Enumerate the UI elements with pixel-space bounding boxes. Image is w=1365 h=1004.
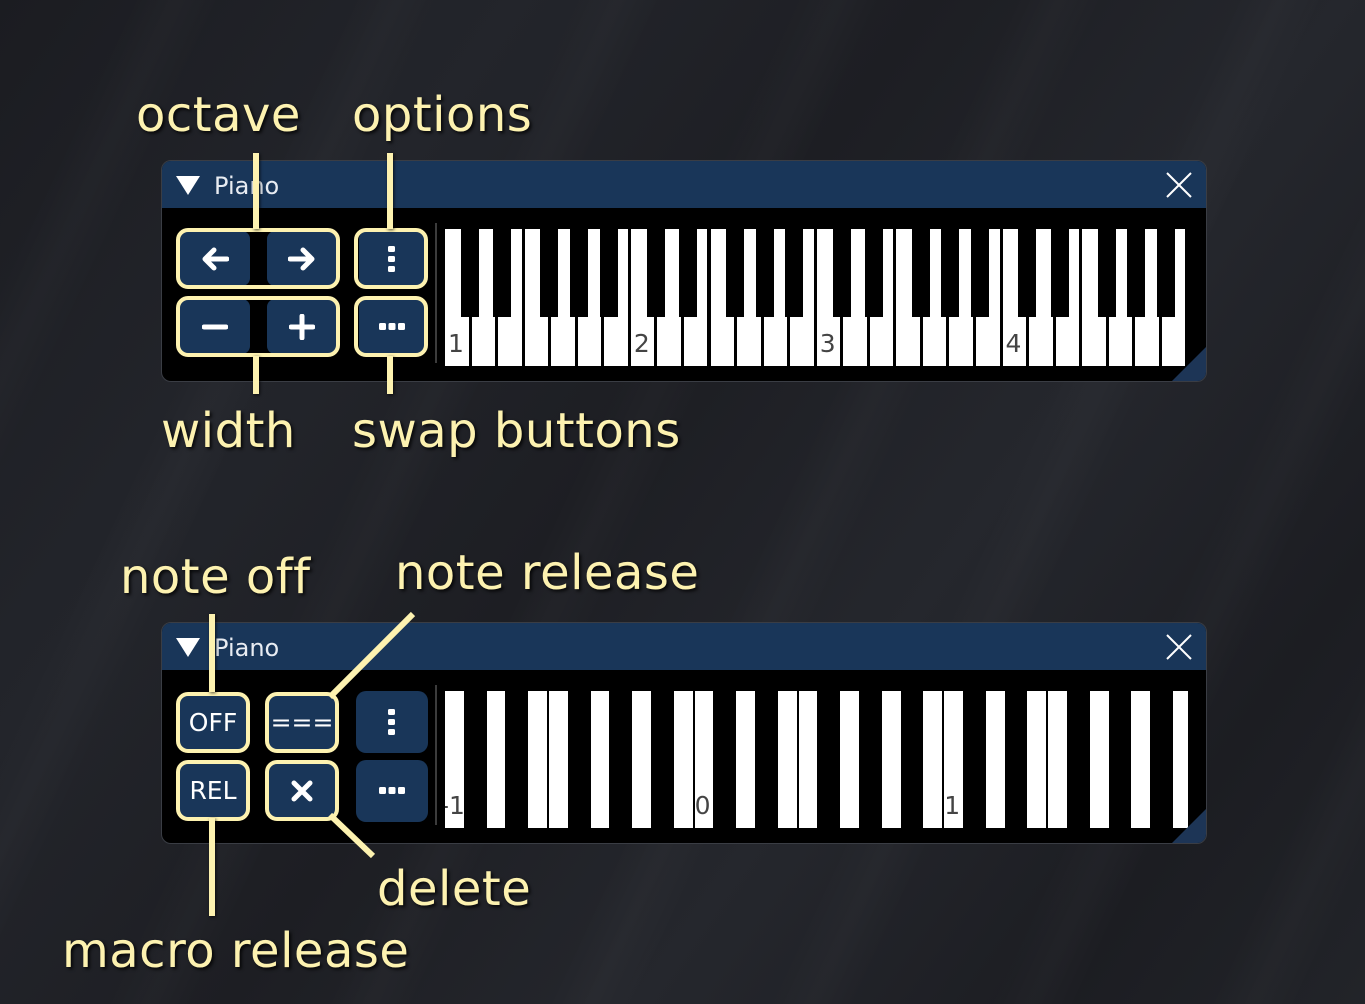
delete-label: delete	[377, 861, 532, 917]
note-release-label: note release	[395, 545, 700, 601]
options-label: options	[352, 87, 533, 143]
note-off-label: note off	[120, 549, 311, 605]
octave-label: octave	[136, 87, 301, 143]
delete-callout-line	[327, 812, 376, 859]
macro-release-label: macro release	[62, 923, 410, 979]
width-label: width	[161, 403, 296, 459]
diagonal-callout-lines	[327, 611, 416, 859]
swap-buttons-label: swap buttons	[352, 403, 681, 459]
note-release-callout-line	[327, 611, 416, 700]
